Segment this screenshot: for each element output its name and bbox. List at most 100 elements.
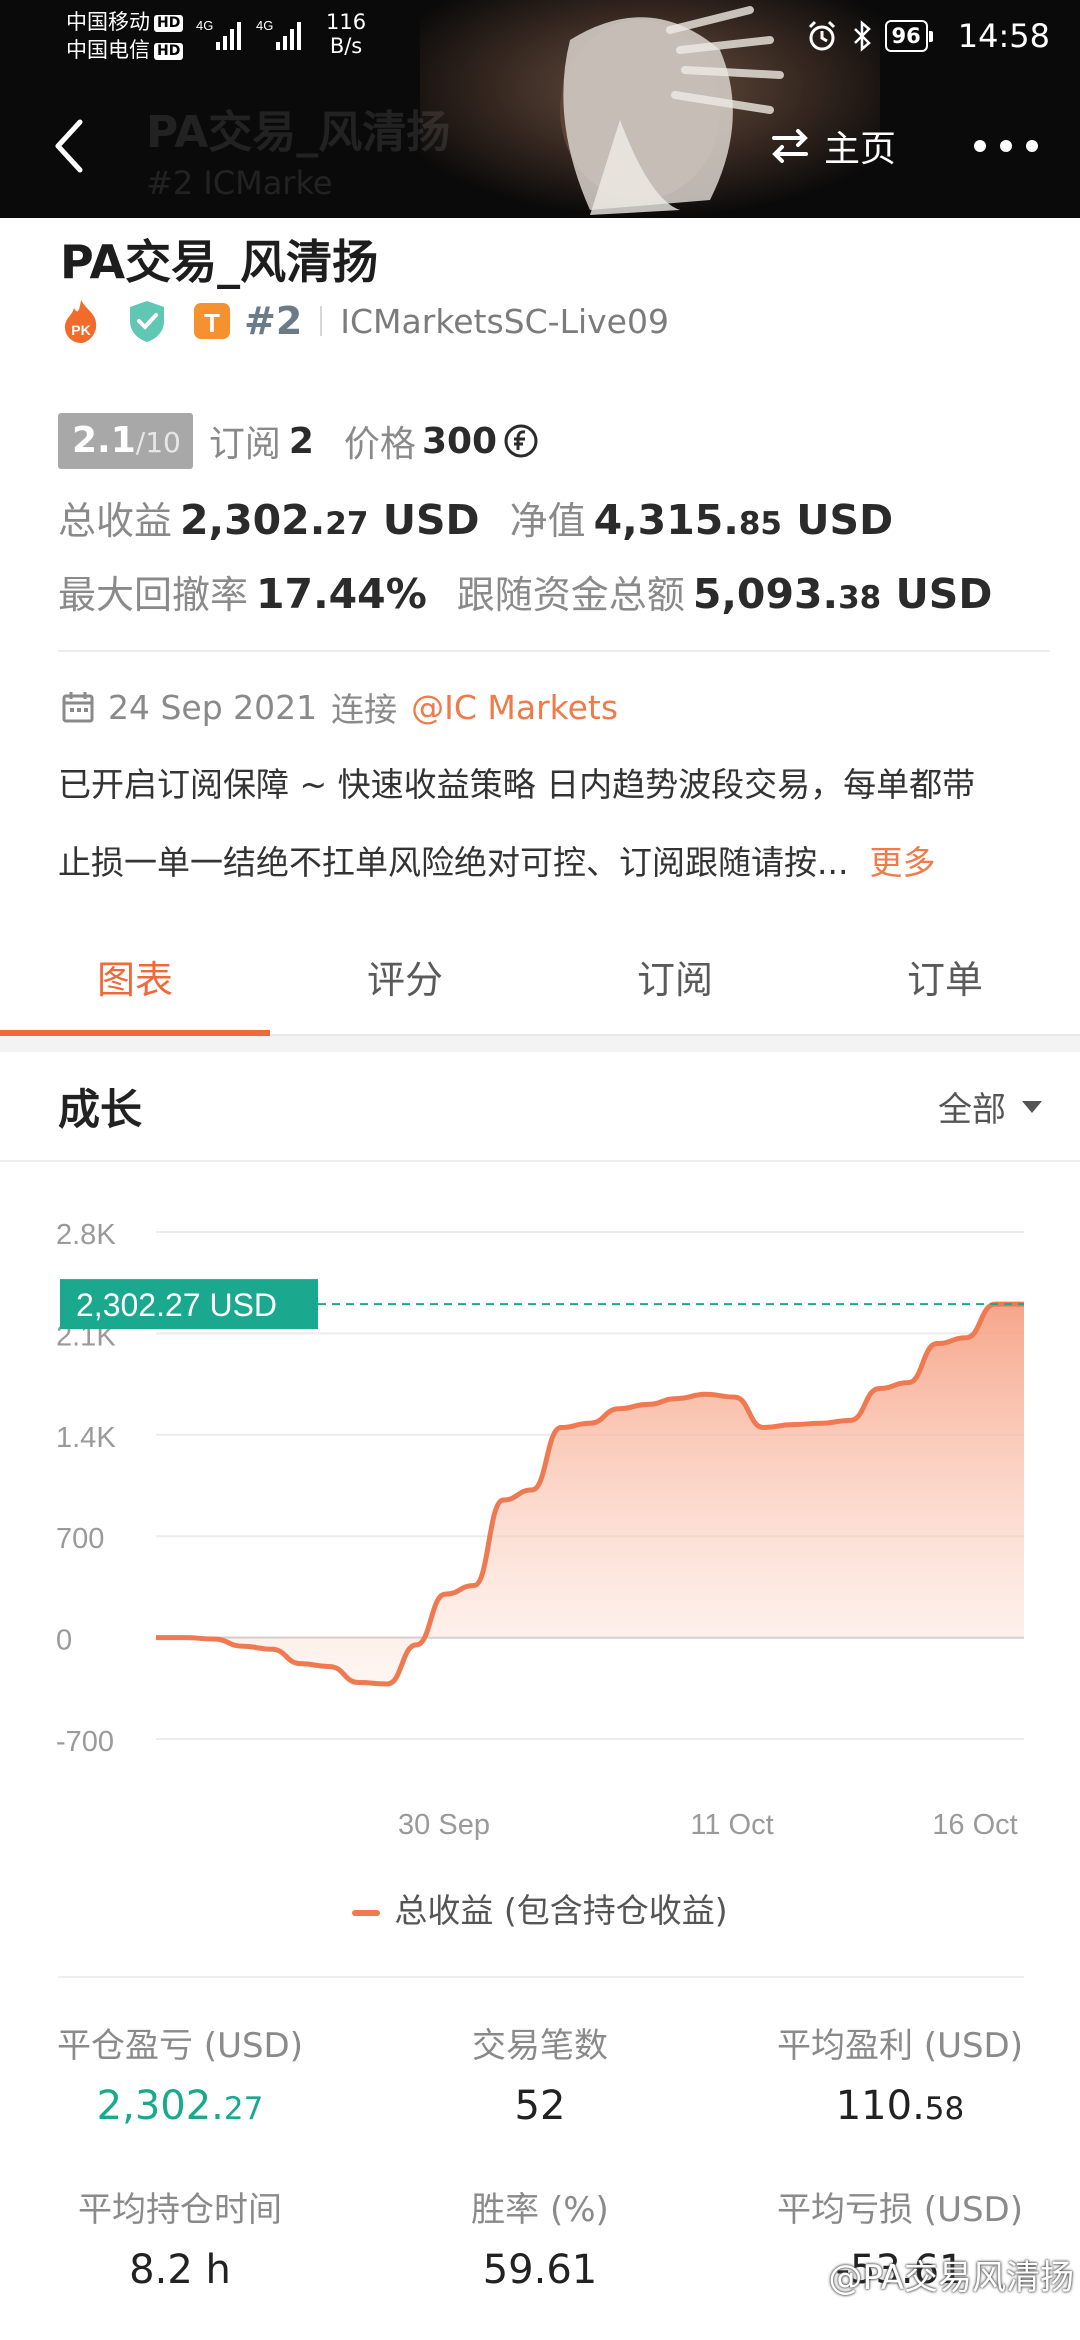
coin-icon xyxy=(504,424,538,458)
switch-icon xyxy=(772,129,808,163)
connect-date: 24 Sep 2021 xyxy=(108,687,318,727)
equity-label: 净值 xyxy=(509,499,586,543)
carrier-info: 中国移动 HD 中国电信 HD xyxy=(66,8,184,64)
growth-title: 成长 xyxy=(58,1085,143,1134)
connection-info: 24 Sep 2021 连接 @IC Markets xyxy=(60,684,618,730)
tab-orders[interactable]: 订单 xyxy=(810,940,1080,1034)
total-profit-int: 2,302. xyxy=(180,496,326,544)
signal-icon: 4G 4G xyxy=(196,18,301,50)
x-tick-label: 16 Oct xyxy=(932,1809,1017,1841)
closed-pl-cell: 平仓盈亏 (USD) 2,302.27 xyxy=(0,2018,360,2129)
separator xyxy=(320,306,323,336)
rank-label: #2 xyxy=(244,299,303,343)
verified-shield-icon[interactable] xyxy=(126,299,168,343)
net-speed-value: 116 xyxy=(326,10,367,34)
current-value-label: 2,302.27 USD xyxy=(76,1287,277,1323)
tab-subscription[interactable]: 订阅 xyxy=(540,940,810,1034)
x-tick-label: 30 Sep xyxy=(398,1809,490,1841)
growth-header: 成长 全部 xyxy=(0,1052,1080,1162)
closed-pl-value: 2,302.27 xyxy=(0,2083,360,2129)
total-profit-unit: USD xyxy=(382,496,480,544)
follow-funds-dec: 38 xyxy=(838,580,882,616)
broker-link[interactable]: @IC Markets xyxy=(411,688,618,727)
more-options-icon[interactable] xyxy=(966,118,1046,174)
badge-row: PK T #2 ICMarketsSC-Live09 xyxy=(60,296,669,346)
net-speed: 116 B/s xyxy=(326,10,366,58)
back-button[interactable] xyxy=(44,114,100,178)
growth-chart[interactable]: 2.8K2.1K1.4K7000-7002,302.27 USD30 Sep 11… xyxy=(0,1164,1080,1884)
score-badge[interactable]: 2.1/10 xyxy=(58,413,193,469)
price-value: 300 xyxy=(421,420,498,462)
pk-badge-icon[interactable]: PK xyxy=(60,298,102,344)
range-dropdown[interactable]: 全部 xyxy=(938,1082,1044,1131)
y-tick-label: 2.8K xyxy=(56,1219,116,1251)
header-ghost-subtitle: #2 ICMarke xyxy=(146,164,333,202)
network-type-2: 4G xyxy=(256,18,273,33)
home-label: 主页 xyxy=(824,129,897,170)
follow-funds-int: 5,093. xyxy=(692,570,839,618)
follow-funds-unit: USD xyxy=(895,570,993,618)
chart-legend: 总收益 (包含持仓收益) xyxy=(0,1884,1080,1932)
watermark: @PA交易风清扬 xyxy=(828,2258,1074,2298)
closed-pl-int: 2,302. xyxy=(96,2083,224,2129)
follow-funds-label: 跟随资金总额 xyxy=(456,573,685,617)
section-gap xyxy=(0,1036,1080,1052)
trader-badge-icon[interactable]: T xyxy=(192,301,232,341)
description-line-1: 已开启订阅保障 ~ 快速收益策略 日内趋势波段交易，每单都带 xyxy=(58,765,976,804)
trades-value: 52 xyxy=(514,2083,566,2129)
tab-rating[interactable]: 评分 xyxy=(270,940,540,1034)
equity-value: 4,315.85 USD xyxy=(594,496,894,544)
pk-badge-text: PK xyxy=(71,322,90,338)
carrier-2: 中国电信 xyxy=(66,38,150,62)
closed-pl-label: 平仓盈亏 (USD) xyxy=(57,2026,303,2066)
connect-label: 连接 xyxy=(331,690,398,729)
equity-dec: 85 xyxy=(738,506,782,542)
hold-time-value: 8.2 h xyxy=(129,2247,231,2293)
divider xyxy=(58,1976,1024,1978)
subscribe-label: 订阅 xyxy=(208,424,281,465)
series-area xyxy=(156,1304,1024,1684)
header-ghost-title: PA交易_风清扬 xyxy=(146,107,451,158)
net-speed-unit: B/s xyxy=(329,34,363,58)
description-text: 止损一单一结绝不扛单风险绝对可控、订阅跟随请按... xyxy=(58,843,849,882)
status-right: 96 14:58 xyxy=(805,14,1050,58)
strategy-title: PA交易_风清扬 xyxy=(60,235,379,289)
clock: 14:58 xyxy=(957,17,1050,55)
trades-cell: 交易笔数 52 xyxy=(360,2018,720,2129)
trader-badge-text: T xyxy=(204,308,220,338)
divider xyxy=(58,650,1050,652)
header-banner: 中国移动 HD 中国电信 HD 4G 4G 116 B/s 96 14:58 P… xyxy=(0,0,1080,218)
score-value: 2.1 xyxy=(72,420,136,461)
home-button[interactable]: 主页 xyxy=(770,118,896,174)
price-label: 价格 xyxy=(343,424,416,465)
total-profit-value: 2,302.27 USD xyxy=(180,496,480,544)
y-tick-label: 700 xyxy=(56,1523,104,1555)
avg-loss-label: 平均亏损 (USD) xyxy=(777,2190,1023,2230)
description-line-2: 止损一单一结绝不扛单风险绝对可控、订阅跟随请按... 更多 xyxy=(58,840,935,886)
closed-pl-dec: 27 xyxy=(223,2091,264,2127)
hd-badge: HD xyxy=(154,15,184,32)
bluetooth-icon xyxy=(853,20,871,52)
avg-profit-int: 110. xyxy=(835,2083,925,2129)
avg-profit-label: 平均盈利 (USD) xyxy=(777,2026,1023,2066)
max-drawdown-label: 最大回撤率 xyxy=(58,573,249,617)
legend-swatch xyxy=(352,1909,381,1916)
tab-chart[interactable]: 图表 xyxy=(0,940,270,1036)
profit-equity-row: 总收益 2,302.27 USD 净值 4,315.85 USD xyxy=(58,490,893,548)
total-profit-label: 总收益 xyxy=(58,499,173,543)
total-profit-dec: 27 xyxy=(325,506,369,542)
carrier-1: 中国移动 xyxy=(66,10,150,34)
win-rate-cell: 胜率 (%) 59.61 xyxy=(360,2182,720,2293)
trades-label: 交易笔数 xyxy=(472,2026,608,2066)
battery-indicator: 96 xyxy=(884,20,934,52)
tab-bar: 图表 评分 订阅 订单 xyxy=(0,940,1080,1036)
y-tick-label: 0 xyxy=(56,1625,72,1657)
legend-label: 总收益 (包含持仓收益) xyxy=(394,1891,728,1930)
win-rate-value: 59.61 xyxy=(482,2247,598,2293)
more-link[interactable]: 更多 xyxy=(869,843,935,882)
max-drawdown-value: 17.44% xyxy=(256,570,427,618)
hold-time-label: 平均持仓时间 xyxy=(78,2190,282,2230)
dropdown-arrow-icon xyxy=(1022,1100,1042,1113)
drawdown-follow-row: 最大回撤率 17.44% 跟随资金总额 5,093.38 USD xyxy=(58,564,992,622)
network-type-1: 4G xyxy=(196,18,213,33)
